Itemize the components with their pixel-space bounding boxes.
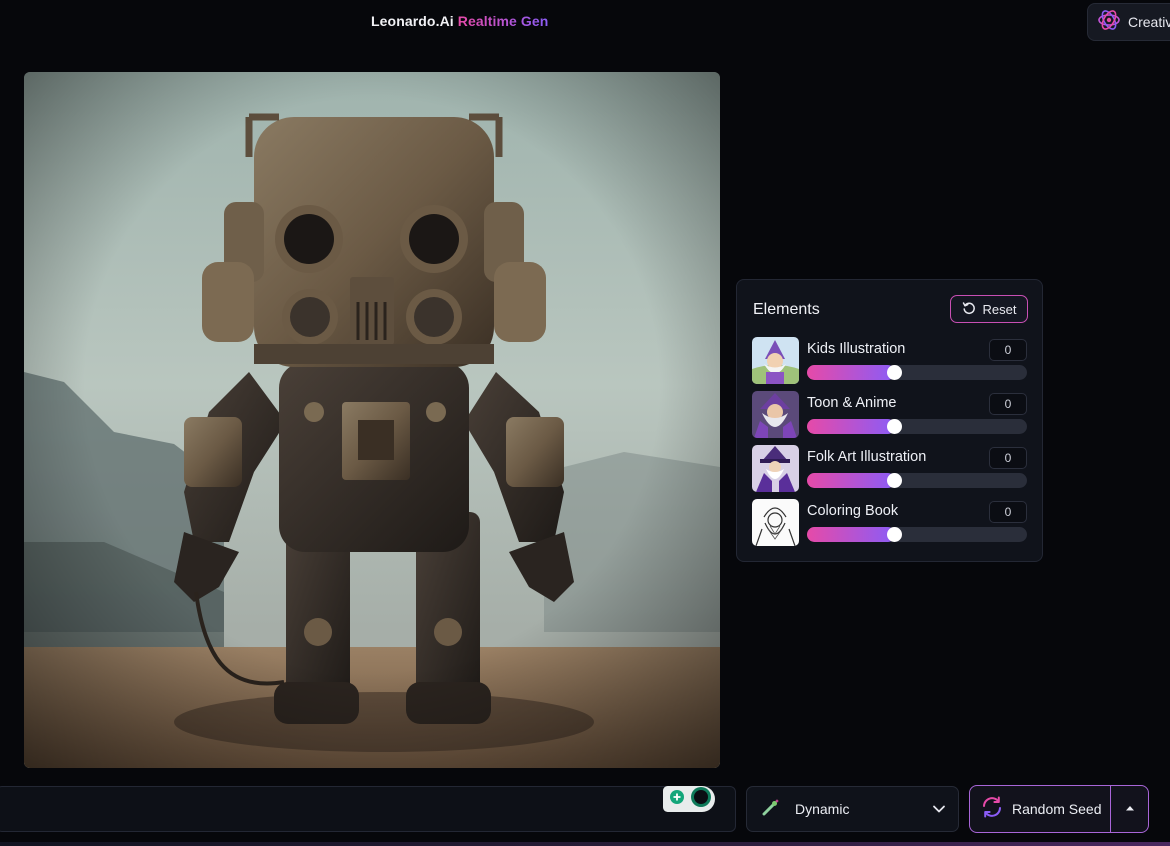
seed-main-area[interactable]: Random Seed [970,786,1110,832]
element-value-field[interactable]: 0 [989,447,1027,469]
reset-icon [962,301,976,318]
brand-name: Leonardo.Ai [371,13,454,29]
element-row-kids-illustration: Kids Illustration 0 [752,337,1028,385]
element-name: Folk Art Illustration [807,449,927,465]
elements-panel: Elements Reset Kids Illustration 0 Toon … [736,279,1043,562]
reset-button[interactable]: Reset [950,295,1028,323]
prompt-enhance-icon [669,789,685,810]
bottom-accent-bar [0,842,1170,846]
element-weight-slider[interactable] [807,527,1027,542]
slider-fill [807,419,895,434]
creative-logo-icon [1098,9,1120,36]
element-thumbnail [752,337,799,384]
slider-thumb[interactable] [887,419,902,434]
product-name: Realtime Gen [457,13,549,29]
chevron-down-icon [932,802,946,821]
seed-label: Random Seed [1012,801,1102,817]
element-name: Toon & Anime [807,395,897,411]
style-dropdown[interactable]: Dynamic [746,786,959,832]
app-title: Leonardo.Ai Realtime Gen [371,13,548,29]
refresh-icon [980,795,1004,824]
prompt-bar [0,786,736,832]
element-weight-slider[interactable] [807,365,1027,380]
creative-mode-button[interactable]: Creativ [1087,3,1170,41]
creative-label: Creativ [1128,14,1170,30]
slider-fill [807,527,895,542]
panel-title: Elements [753,301,820,318]
element-weight-slider[interactable] [807,419,1027,434]
element-row-coloring-book: Coloring Book 0 [752,499,1028,547]
wand-icon [761,797,781,822]
generated-image[interactable] [24,72,720,768]
slider-fill [807,473,895,488]
prompt-input[interactable] [9,797,649,823]
seed-options-toggle[interactable] [1111,786,1148,832]
element-weight-slider[interactable] [807,473,1027,488]
element-value-field[interactable]: 0 [989,501,1027,523]
prompt-enhance-toggle[interactable] [663,786,715,812]
style-label: Dynamic [795,801,850,817]
element-value-field[interactable]: 0 [989,393,1027,415]
element-row-folk-art-illustration: Folk Art Illustration 0 [752,445,1028,493]
element-value-field[interactable]: 0 [989,339,1027,361]
slider-thumb[interactable] [887,473,902,488]
element-row-toon-anime: Toon & Anime 0 [752,391,1028,439]
element-thumbnail [752,499,799,546]
random-seed-button[interactable]: Random Seed [969,785,1149,833]
element-name: Coloring Book [807,503,899,519]
caret-up-icon [1124,800,1136,818]
slider-thumb[interactable] [887,365,902,380]
slider-fill [807,365,895,380]
toggle-knob-icon [689,786,713,813]
slider-thumb[interactable] [887,527,902,542]
element-thumbnail [752,391,799,438]
element-thumbnail [752,445,799,492]
element-name: Kids Illustration [807,341,906,357]
reset-label: Reset [982,301,1017,317]
